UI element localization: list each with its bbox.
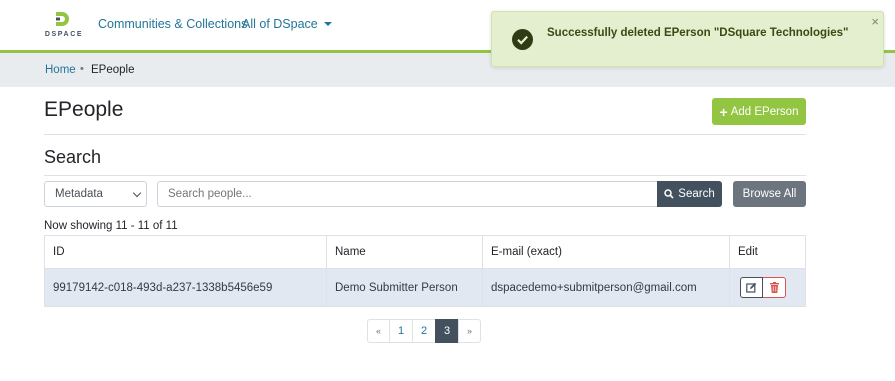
search-input[interactable] — [157, 181, 657, 207]
table-row: 99179142-c018-493d-a237-1338b5456e59 Dem… — [45, 269, 805, 306]
pagination-prev[interactable]: « — [367, 319, 390, 343]
browse-all-button[interactable]: Browse All — [733, 181, 806, 207]
check-circle-icon — [512, 29, 533, 50]
toast-message: Successfully deleted EPerson "DSquare Te… — [547, 27, 849, 39]
cell-edit-actions — [730, 269, 806, 306]
pagination-page-3[interactable]: 3 — [435, 319, 459, 343]
edit-eperson-button[interactable] — [740, 277, 763, 298]
table-header: ID Name E-mail (exact) Edit — [45, 236, 805, 269]
pagination-next[interactable]: » — [458, 319, 481, 343]
chevron-down-icon — [132, 188, 142, 198]
caret-down-icon — [323, 22, 332, 26]
plus-icon: + — [719, 103, 728, 120]
search-scope-select[interactable]: Metadata — [44, 181, 147, 207]
cell-id: 99179142-c018-493d-a237-1338b5456e59 — [45, 269, 327, 306]
cell-email: dspacedemo+submitperson@gmail.com — [483, 269, 730, 306]
epeople-table: ID Name E-mail (exact) Edit 99179142-c01… — [44, 235, 806, 307]
nav-all-label: All of DSpace — [242, 17, 318, 31]
dspace-logo[interactable]: DSPACE — [44, 11, 84, 41]
column-header-id: ID — [45, 236, 327, 268]
divider — [44, 134, 806, 135]
results-count: Now showing 11 - 11 of 11 — [44, 220, 178, 232]
breadcrumb-separator: • — [80, 63, 84, 75]
add-eperson-label: Add EPerson — [730, 105, 799, 118]
breadcrumb-current: EPeople — [91, 64, 135, 76]
pagination-page-1[interactable]: 1 — [389, 319, 413, 343]
search-button-label: Search — [678, 188, 715, 200]
search-icon — [664, 189, 674, 199]
add-eperson-button[interactable]: + Add EPerson — [712, 98, 806, 125]
search-heading: Search — [44, 147, 102, 167]
trash-icon — [769, 282, 779, 293]
close-icon[interactable]: × — [871, 15, 879, 28]
search-button[interactable]: Search — [657, 181, 722, 207]
column-header-email: E-mail (exact) — [483, 236, 730, 268]
cell-name: Demo Submitter Person — [327, 269, 483, 306]
column-header-edit: Edit — [738, 246, 758, 258]
dspace-logo-icon — [56, 12, 69, 26]
success-toast: Successfully deleted EPerson "DSquare Te… — [491, 11, 884, 67]
delete-eperson-button[interactable] — [763, 277, 786, 298]
divider — [44, 175, 806, 176]
nav-all-of-dspace[interactable]: All of DSpace — [242, 17, 332, 31]
search-scope-value: Metadata — [55, 188, 103, 200]
page-title: EPeople — [44, 98, 124, 121]
pagination: « 1 2 3 » — [367, 319, 481, 343]
edit-icon — [746, 282, 757, 293]
logo-text: DSPACE — [44, 31, 84, 38]
pagination-page-2[interactable]: 2 — [412, 319, 436, 343]
column-header-name: Name — [327, 236, 483, 268]
nav-communities-collections[interactable]: Communities & Collections — [98, 17, 247, 31]
breadcrumb-home[interactable]: Home — [45, 64, 76, 76]
